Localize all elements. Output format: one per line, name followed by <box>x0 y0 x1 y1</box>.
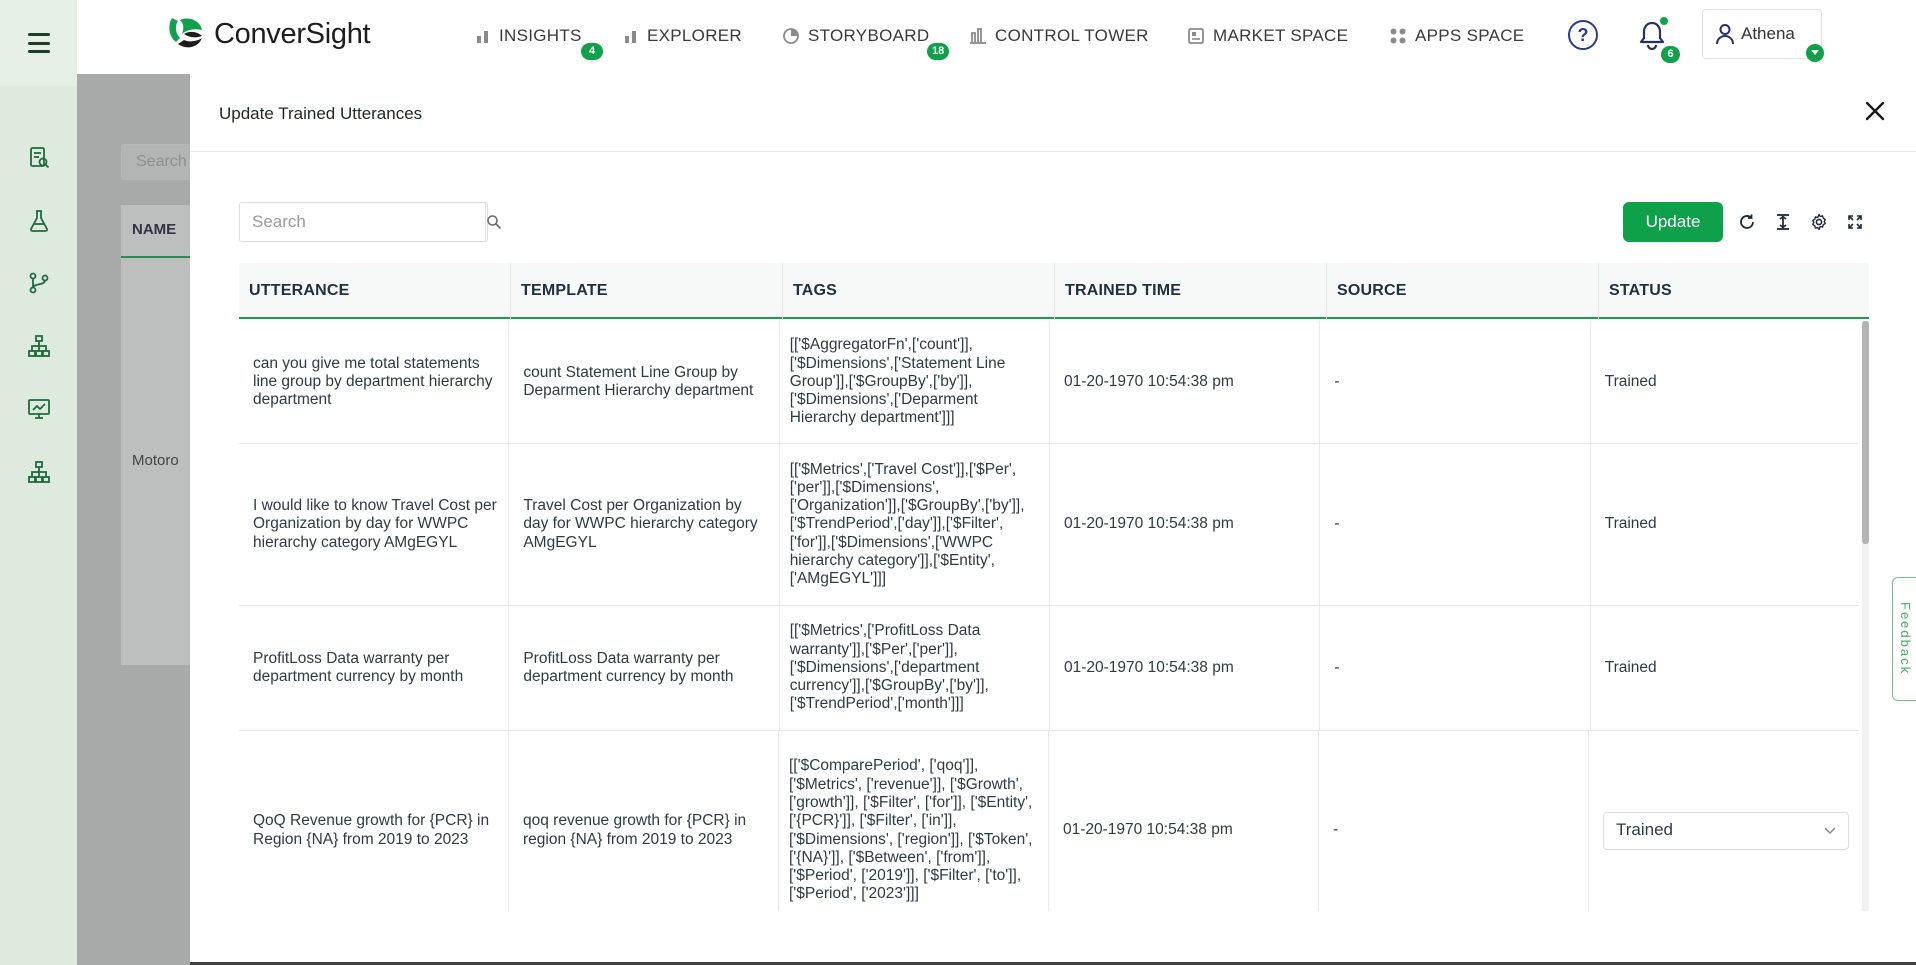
help-icon[interactable]: ? <box>1568 20 1598 50</box>
bar-chart-icon <box>625 31 636 43</box>
brand-logo[interactable]: ConverSight <box>166 14 371 54</box>
flask-icon[interactable] <box>26 208 52 234</box>
table-header: UTTERANCE TEMPLATE TAGS TRAINED TIME SOU… <box>239 263 1869 319</box>
utterance-cell: I would like to know Travel Cost per Org… <box>239 444 510 605</box>
sidebar-header <box>0 0 77 86</box>
presentation-icon[interactable] <box>26 396 52 422</box>
nav-apps-space-label: APPS SPACE <box>1415 26 1525 45</box>
update-trained-utterances-modal: Update Trained Utterances Update UTTERAN… <box>190 74 1916 965</box>
pie-chart-icon <box>783 28 799 44</box>
feedback-label: Feedback <box>1898 602 1913 676</box>
user-icon <box>1716 24 1734 45</box>
trained-time-cell: 01-20-1970 10:54:38 pm <box>1049 731 1319 911</box>
report-icon[interactable] <box>26 145 52 171</box>
nav-storyboard-label: STORYBOARD <box>808 26 930 45</box>
column-header-status[interactable]: STATUS <box>1599 263 1869 319</box>
column-header-tags[interactable]: TAGS <box>783 263 1055 319</box>
trained-time-cell: 01-20-1970 10:54:38 pm <box>1050 444 1321 605</box>
notification-dot <box>1660 17 1668 25</box>
nav-insights[interactable]: INSIGHTS <box>475 26 582 46</box>
template-cell: count Statement Line Group by Deparment … <box>509 321 780 443</box>
search-box <box>239 202 501 242</box>
template-cell: qoq revenue growth for {PCR} in region {… <box>509 731 779 911</box>
status-cell: Trained <box>1604 658 1657 676</box>
settings-gear-icon[interactable] <box>1809 212 1829 232</box>
user-menu-caret-icon[interactable] <box>1806 44 1824 62</box>
column-header-utterance[interactable]: UTTERANCE <box>239 263 511 319</box>
nav-explorer[interactable]: EXPLORER <box>623 26 742 46</box>
template-cell: ProfitLoss Data warranty per department … <box>509 606 780 730</box>
nav-explorer-label: EXPLORER <box>647 26 742 45</box>
search-button[interactable] <box>485 203 502 241</box>
background-column-name: NAME <box>132 221 177 238</box>
nav-market-space[interactable]: MARKET SPACE <box>1187 26 1348 46</box>
hamburger-menu-icon[interactable] <box>27 33 50 53</box>
nav-storyboard-badge: 18 <box>927 43 950 60</box>
status-cell: Trained <box>1604 372 1657 390</box>
column-header-template[interactable]: TEMPLATE <box>511 263 783 319</box>
hierarchy-icon[interactable] <box>26 333 52 359</box>
market-icon <box>1188 28 1204 44</box>
utterance-cell: QoQ Revenue growth for {PCR} in Region {… <box>239 731 509 911</box>
apps-icon <box>1390 28 1406 44</box>
source-cell: - <box>1320 321 1591 443</box>
template-cell: Travel Cost per Organization by day for … <box>509 444 780 605</box>
left-sidebar <box>0 0 77 965</box>
nav-control-tower[interactable]: CONTROL TOWER <box>969 26 1149 46</box>
modal-divider <box>190 151 1916 152</box>
expand-icon[interactable] <box>1845 212 1865 232</box>
tags-cell: [['$Metrics',['ProfitLoss Data warranty'… <box>780 606 1050 730</box>
table-scrollbar-thumb[interactable] <box>1862 321 1869 544</box>
update-button[interactable]: Update <box>1623 202 1723 242</box>
tags-cell: [['$ComparePeriod', ['qoq']], ['$Metrics… <box>779 731 1049 911</box>
utterances-table: UTTERANCE TEMPLATE TAGS TRAINED TIME SOU… <box>239 263 1869 911</box>
table-row[interactable]: can you give me total statements line gr… <box>239 321 1859 444</box>
utterance-cell: can you give me total statements line gr… <box>239 321 510 443</box>
column-header-trained-time[interactable]: TRAINED TIME <box>1055 263 1327 319</box>
background-cell: Motoro <box>132 452 179 469</box>
search-input[interactable] <box>240 203 485 241</box>
status-dropdown-value: Trained <box>1615 820 1673 840</box>
hierarchy-icon[interactable] <box>26 459 52 485</box>
nav-insights-badge: 4 <box>581 43 603 60</box>
status-cell: Trained <box>1589 731 1859 911</box>
modal-title: Update Trained Utterances <box>219 104 423 123</box>
status-dropdown[interactable]: Trained <box>1602 811 1849 850</box>
source-cell: - <box>1320 444 1591 605</box>
nav-market-space-label: MARKET SPACE <box>1213 26 1349 45</box>
tags-cell: [['$AggregatorFn',['count']],['$Dimensio… <box>780 321 1050 443</box>
close-icon[interactable] <box>1860 96 1890 126</box>
table-row[interactable]: ProfitLoss Data warranty per department … <box>239 606 1859 731</box>
trained-time-cell: 01-20-1970 10:54:38 pm <box>1050 321 1321 443</box>
branch-icon[interactable] <box>26 270 52 296</box>
nav-control-tower-label: CONTROL TOWER <box>995 26 1149 45</box>
brand-name: ConverSight <box>214 17 371 50</box>
user-name: Athena <box>1741 24 1795 43</box>
top-navbar: ConverSight INSIGHTS 4 EXPLORER STORYBOA… <box>77 0 1916 74</box>
nav-storyboard[interactable]: STORYBOARD <box>782 26 929 46</box>
nav-insights-label: INSIGHTS <box>499 26 582 45</box>
nav-apps-space[interactable]: APPS SPACE <box>1389 26 1524 46</box>
table-row[interactable]: I would like to know Travel Cost per Org… <box>239 444 1859 606</box>
refresh-icon[interactable] <box>1737 212 1757 232</box>
conversight-logo-icon <box>169 18 202 48</box>
source-cell: - <box>1320 606 1591 730</box>
status-cell: Trained <box>1604 515 1657 533</box>
chevron-down-icon <box>1824 826 1836 834</box>
trained-time-cell: 01-20-1970 10:54:38 pm <box>1050 606 1321 730</box>
source-cell: - <box>1319 731 1589 911</box>
table-row[interactable]: QoQ Revenue growth for {PCR} in Region {… <box>239 731 1859 911</box>
row-height-icon[interactable] <box>1773 212 1793 232</box>
utterance-cell: ProfitLoss Data warranty per department … <box>239 606 510 730</box>
bar-chart-icon <box>477 31 488 43</box>
tower-icon <box>970 28 986 44</box>
search-icon <box>487 215 501 229</box>
feedback-tab[interactable]: Feedback <box>1892 577 1916 701</box>
tags-cell: [['$Metrics',['Travel Cost']],['$Per',['… <box>780 444 1050 605</box>
notification-count-badge: 6 <box>1661 46 1680 63</box>
column-header-source[interactable]: SOURCE <box>1327 263 1599 319</box>
table-body: can you give me total statements line gr… <box>239 321 1859 911</box>
user-menu[interactable]: Athena <box>1702 9 1822 59</box>
